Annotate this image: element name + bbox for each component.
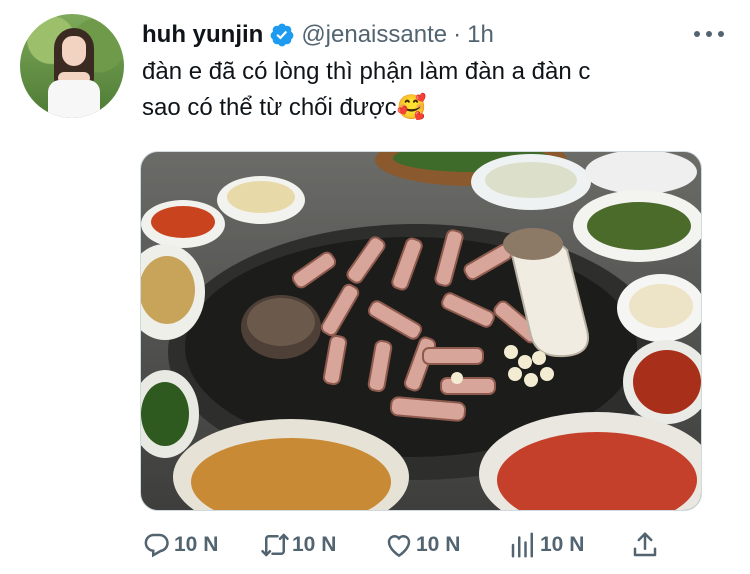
smiling-hearts-emoji: 🥰 (396, 94, 427, 121)
avatar-dress (48, 80, 100, 118)
verified-badge-icon (270, 23, 294, 47)
tweet-actions: 10 N 10 N 10 N 10 N (140, 528, 670, 562)
more-dot (694, 31, 700, 37)
retweet-button[interactable]: 10 N (260, 528, 336, 562)
views-count: 10 N (540, 533, 585, 556)
like-count: 10 N (416, 533, 461, 556)
reply-count: 10 N (174, 533, 219, 556)
reply-button[interactable]: 10 N (142, 528, 218, 562)
more-options-button[interactable] (694, 22, 724, 46)
tweet-photo[interactable] (140, 151, 702, 511)
avatar[interactable] (20, 14, 124, 118)
avatar-face (62, 36, 86, 66)
tweet-text-line-2-words: sao có thể từ chối được (142, 94, 397, 121)
tweet-text-line-2: sao có thể từ chối được🥰 (142, 90, 702, 126)
more-dot (706, 31, 712, 37)
views-button[interactable]: 10 N (508, 528, 584, 562)
heart-icon (387, 535, 411, 558)
analytics-icon (511, 532, 533, 558)
timestamp[interactable]: 1h (467, 21, 494, 49)
reply-icon (144, 533, 169, 558)
retweet-count: 10 N (292, 533, 337, 556)
tweet-text: đàn e đã có lòng thì phận làm đàn a đàn … (142, 54, 702, 126)
separator-dot: · (453, 21, 462, 48)
retweet-icon (261, 533, 289, 557)
display-name[interactable]: huh yunjin (142, 21, 263, 49)
tweet-text-line-1: đàn e đã có lòng thì phận làm đàn a đàn … (142, 58, 591, 85)
korean-bbq-photo (141, 152, 701, 510)
tweet-header: huh yunjin @jenaissante · 1h (142, 20, 494, 50)
share-button[interactable] (630, 528, 662, 562)
share-icon (633, 532, 657, 557)
like-button[interactable]: 10 N (384, 528, 460, 562)
user-handle[interactable]: @jenaissante (301, 21, 447, 49)
more-dot (718, 31, 724, 37)
